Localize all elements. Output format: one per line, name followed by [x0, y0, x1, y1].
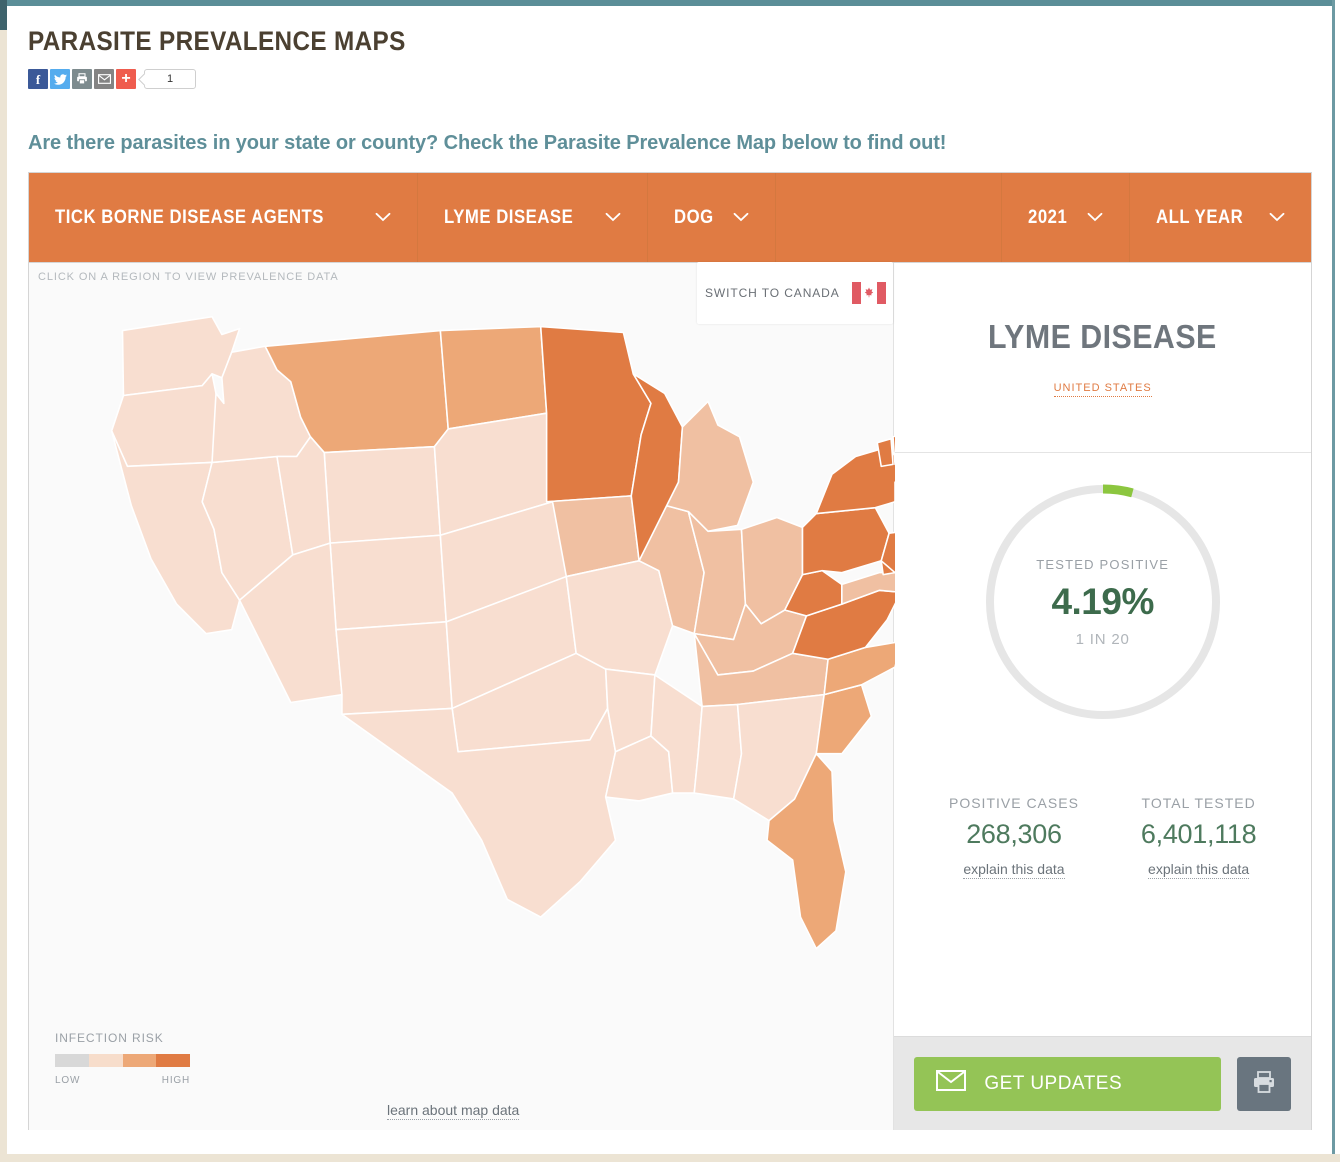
share-count-badge[interactable]: 1 — [144, 69, 196, 89]
header: PARASITE PREVALENCE MAPS f — [28, 26, 1308, 89]
stats-pane: LYME DISEASE UNITED STATES TESTED POSITI… — [894, 263, 1311, 1130]
facebook-glyph: f — [36, 73, 40, 86]
map-pane: CLICK ON A REGION TO VIEW PREVALENCE DAT… — [29, 263, 894, 1130]
map-hint: CLICK ON A REGION TO VIEW PREVALENCE DAT… — [38, 271, 339, 283]
total-tested-explain-link[interactable]: explain this data — [1148, 861, 1249, 879]
page-title: PARASITE PREVALENCE MAPS — [28, 26, 1180, 57]
total-tested-value: 6,401,118 — [1141, 819, 1256, 850]
stats-body: TESTED POSITIVE 4.19% 1 IN 20 POSITIVE C… — [894, 453, 1311, 1036]
learn-about-map-data-link[interactable]: learn about map data — [387, 1102, 519, 1120]
period-select[interactable]: ALL YEAR — [1130, 173, 1311, 262]
twitter-share-icon[interactable] — [50, 69, 70, 89]
email-share-icon[interactable] — [94, 69, 114, 89]
get-updates-button[interactable]: GET UPDATES — [914, 1057, 1221, 1111]
chevron-down-icon — [1087, 209, 1103, 227]
map-state-wy[interactable] — [324, 447, 440, 543]
prevalence-map-widget: TICK BORNE DISEASE AGENTS LYME DISEASE D… — [28, 172, 1312, 1130]
selector-bar-spacer — [776, 173, 1003, 262]
period-label: ALL YEAR — [1156, 207, 1243, 229]
positive-cases-value: 268,306 — [949, 819, 1079, 850]
page-frame-top — [0, 0, 1340, 6]
page-frame-left-accent — [0, 0, 7, 30]
chevron-down-icon — [1269, 209, 1285, 227]
map-state-al[interactable] — [694, 704, 741, 798]
legend-high-label: HIGH — [162, 1075, 190, 1086]
page-frame-left — [0, 0, 7, 1162]
print-share-icon[interactable] — [72, 69, 92, 89]
share-bar: f + — [28, 69, 1308, 89]
stat-cards: POSITIVE CASES 268,306 explain this data… — [894, 795, 1311, 879]
print-button[interactable] — [1237, 1057, 1291, 1111]
region-link[interactable]: UNITED STATES — [1054, 382, 1152, 397]
page-frame-bottom — [0, 1154, 1340, 1162]
chevron-down-icon — [375, 209, 391, 227]
tested-positive-donut: TESTED POSITIVE 4.19% 1 IN 20 — [980, 479, 1226, 725]
donut-subtext: 1 IN 20 — [1076, 631, 1130, 648]
map-state-co[interactable] — [330, 535, 446, 629]
share-count-value: 1 — [167, 73, 173, 85]
map-state-nm[interactable] — [336, 622, 452, 715]
total-tested-card: TOTAL TESTED 6,401,118 explain this data — [1141, 795, 1256, 879]
legend-swatch-2 — [123, 1054, 157, 1067]
us-map[interactable] — [29, 303, 895, 1043]
map-state-nd[interactable] — [440, 327, 546, 429]
positive-cases-label: POSITIVE CASES — [949, 795, 1079, 811]
animal-label: DOG — [674, 207, 714, 229]
page-root: PARASITE PREVALENCE MAPS f — [0, 0, 1340, 1162]
chevron-down-icon — [605, 209, 621, 227]
donut-value: 4.19% — [1051, 581, 1153, 623]
facebook-share-icon[interactable]: f — [28, 69, 48, 89]
stats-header: LYME DISEASE UNITED STATES — [894, 263, 1311, 453]
plus-glyph: + — [121, 71, 130, 87]
disease-select[interactable]: LYME DISEASE — [418, 173, 648, 262]
donut-center-labels: TESTED POSITIVE 4.19% 1 IN 20 — [980, 479, 1226, 725]
year-select[interactable]: 2021 — [1002, 173, 1130, 262]
switch-to-canada-label: SWITCH TO CANADA — [705, 286, 840, 300]
widget-body: CLICK ON A REGION TO VIEW PREVALENCE DAT… — [29, 263, 1311, 1130]
legend-swatch-0 — [55, 1054, 89, 1067]
parasite-category-label: TICK BORNE DISEASE AGENTS — [55, 207, 324, 229]
more-share-icon[interactable]: + — [116, 69, 136, 89]
printer-icon — [1251, 1069, 1277, 1098]
positive-cases-card: POSITIVE CASES 268,306 explain this data — [949, 795, 1079, 879]
legend-endpoints: LOW HIGH — [55, 1075, 190, 1086]
year-label: 2021 — [1028, 207, 1067, 229]
page-frame-right — [1332, 0, 1340, 1162]
chevron-down-icon — [733, 209, 749, 227]
total-tested-label: TOTAL TESTED — [1141, 795, 1256, 811]
animal-select[interactable]: DOG — [648, 173, 776, 262]
map-state-pa[interactable] — [802, 508, 889, 575]
legend-swatch-1 — [89, 1054, 123, 1067]
positive-cases-explain-link[interactable]: explain this data — [963, 861, 1064, 879]
disease-title: LYME DISEASE — [988, 318, 1217, 356]
stats-actions: GET UPDATES — [894, 1036, 1311, 1130]
envelope-icon — [936, 1070, 966, 1097]
disease-label: LYME DISEASE — [444, 207, 573, 229]
legend-low-label: LOW — [55, 1075, 80, 1086]
legend-swatches — [55, 1054, 190, 1067]
legend-title: INFECTION RISK — [55, 1031, 190, 1045]
map-legend: INFECTION RISK LOW HIGH — [55, 1031, 190, 1086]
parasite-category-select[interactable]: TICK BORNE DISEASE AGENTS — [29, 173, 418, 262]
donut-caption: TESTED POSITIVE — [1036, 557, 1169, 572]
selector-bar: TICK BORNE DISEASE AGENTS LYME DISEASE D… — [29, 173, 1311, 263]
get-updates-label: GET UPDATES — [984, 1073, 1122, 1095]
legend-swatch-3 — [156, 1054, 190, 1067]
us-map-svg[interactable] — [29, 303, 895, 1043]
canada-flag-icon — [852, 282, 886, 304]
intro-text: Are there parasites in your state or cou… — [28, 132, 1308, 155]
